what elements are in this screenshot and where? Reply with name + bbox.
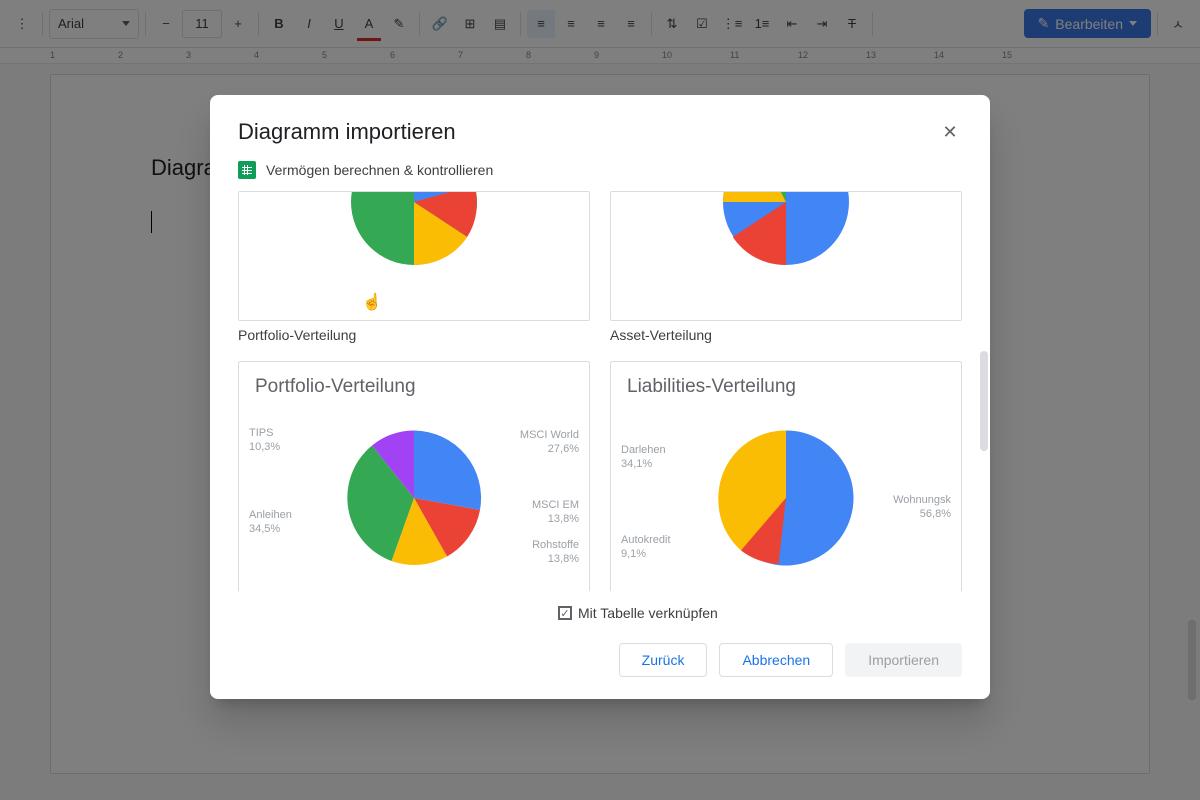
chart-label: Darlehen [621,444,666,456]
chart-label: 34,1% [621,458,652,470]
chart-label: TIPS [249,427,273,439]
import-button[interactable]: Importieren [845,643,962,677]
link-to-sheet-checkbox[interactable]: ✓ Mit Tabelle verknüpfen [558,605,718,621]
chart-title: Liabilities-Verteilung [611,362,961,398]
pie-chart-icon [711,423,861,573]
source-file-name: Vermögen berechnen & kontrollieren [266,162,493,178]
chart-label: MSCI EM [532,499,579,511]
checkbox-icon: ✓ [558,606,572,620]
chart-label: Wohnungsk [893,494,951,506]
chart-label: 10,3% [249,441,280,453]
dialog-title: Diagramm importieren [238,119,456,145]
chart-caption: Portfolio-Verteilung [238,327,590,343]
source-file-row[interactable]: Vermögen berechnen & kontrollieren [210,153,990,191]
chart-label: 13,8% [548,553,579,565]
chart-label: Autokredit [621,534,671,546]
chart-label: 13,8% [548,513,579,525]
chart-grid: 13,8% Rohstoffe 13,8% Portfolio-Verteilu… [210,191,990,591]
chart-option-1[interactable]: 13,8% Rohstoffe 13,8% [238,191,590,321]
chart-option-4[interactable]: Liabilities-Verteilung Darlehen [610,361,962,591]
chart-label: 27,6% [548,443,579,455]
back-button[interactable]: Zurück [619,643,708,677]
chart-list-scrollbar[interactable] [980,351,988,451]
chart-label: MSCI World [520,429,579,441]
chart-label: 9,1% [621,548,646,560]
chart-label: 56,8% [920,508,951,520]
import-chart-dialog: Diagramm importieren ✕ Vermögen berechne… [210,95,990,699]
chart-label: Anleihen [249,509,292,521]
chart-option-3[interactable]: Portfolio-Verteilung TIPS 10,3% Anleihen 3… [238,361,590,591]
pie-chart-icon [716,191,856,272]
chart-label: 34,5% [249,523,280,535]
chart-option-2[interactable]: 4,3% Beteiligung 21,6% Versicherun 13,0% [610,191,962,321]
sheets-icon [238,161,256,179]
chart-label: Rohstoffe [532,539,579,551]
cancel-button[interactable]: Abbrechen [719,643,833,677]
close-button[interactable]: ✕ [938,120,962,144]
pie-chart-icon [339,423,489,573]
link-checkbox-label: Mit Tabelle verknüpfen [578,605,718,621]
modal-overlay: Diagramm importieren ✕ Vermögen berechne… [0,0,1200,800]
chart-caption: Asset-Verteilung [610,327,962,343]
pie-chart-icon [344,191,484,272]
chart-title: Portfolio-Verteilung [239,362,589,398]
